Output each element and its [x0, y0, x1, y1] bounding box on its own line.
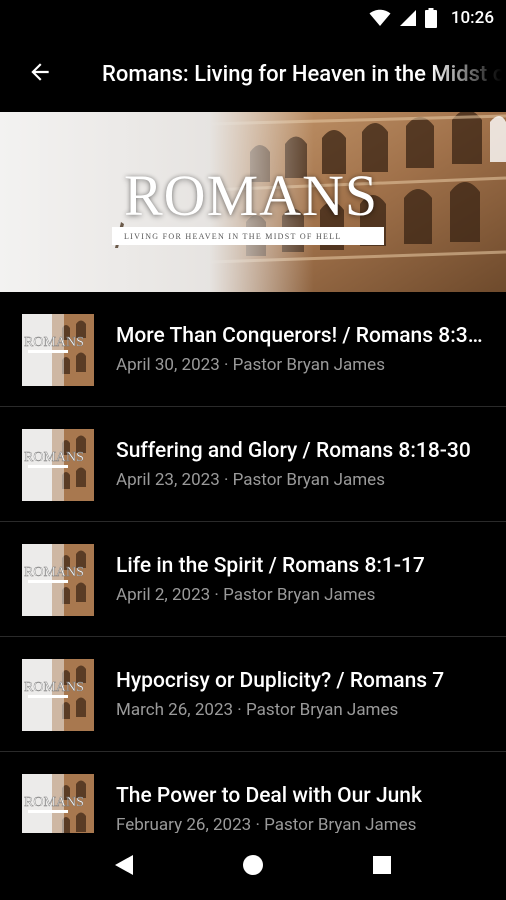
list-item[interactable]: ROMANS Life in the Spirit / Romans 8:1-1… — [0, 522, 506, 637]
meta-separator: · — [251, 815, 265, 833]
battery-icon — [424, 8, 437, 28]
thumbnail-title: ROMANS — [24, 795, 84, 810]
sermon-date: February 26, 2023 — [116, 815, 252, 833]
sermon-date: March 26, 2023 — [116, 700, 234, 720]
sermon-speaker: Pastor Bryan James — [245, 700, 399, 720]
back-button[interactable] — [0, 36, 80, 112]
sermon-speaker: Pastor Bryan James — [264, 815, 417, 833]
sermon-title: The Power to Deal with Our Junk — [116, 784, 422, 808]
sermon-date: April 30, 2023 — [116, 355, 220, 375]
thumbnail-title: ROMANS — [24, 565, 84, 580]
sermon-title: Life in the Spirit / Romans 8:1-17 — [116, 554, 425, 578]
arrow-left-icon — [27, 59, 53, 89]
banner-title: ROMANS — [124, 163, 379, 228]
thumbnail-title: ROMANS — [24, 450, 84, 465]
sermon-thumbnail: ROMANS — [22, 544, 94, 616]
sermon-title: Suffering and Glory / Romans 8:18-30 — [116, 439, 471, 463]
sermon-meta: April 2, 2023 · Pastor Bryan James — [116, 585, 375, 605]
sermon-date: April 23, 2023 — [116, 470, 220, 490]
thumbnail-title: ROMANS — [24, 335, 84, 350]
sermon-thumbnail: ROMANS — [22, 314, 94, 386]
status-bar: 10:26 — [0, 0, 506, 36]
wifi-icon — [369, 9, 391, 27]
meta-separator: · — [219, 355, 233, 375]
banner-subtitle: LIVING FOR HEAVEN IN THE MIDST OF HELL — [112, 227, 384, 245]
nav-home-button[interactable] — [223, 837, 283, 897]
system-nav-bar — [0, 833, 506, 900]
list-item[interactable]: ROMANS Hypocrisy or Duplicity? / Romans … — [0, 637, 506, 752]
sermon-speaker: Pastor Bryan James — [232, 470, 385, 490]
meta-separator: · — [233, 700, 246, 720]
sermon-date: April 2, 2023 — [116, 585, 211, 605]
sermon-meta: February 26, 2023 · Pastor Bryan James — [116, 815, 416, 833]
sermon-speaker: Pastor Bryan James — [232, 355, 385, 375]
sermon-meta: April 30, 2023 · Pastor Bryan James — [116, 355, 385, 375]
sermon-list: ROMANS More Than Conquerors! / Romans 8:… — [0, 292, 506, 833]
list-item[interactable]: ROMANS More Than Conquerors! / Romans 8:… — [0, 292, 506, 407]
nav-back-button[interactable] — [94, 837, 154, 897]
list-item[interactable]: ROMANS Suffering and Glory / Romans 8:18… — [0, 407, 506, 522]
app-bar: Romans: Living for Heaven in the Midst o… — [0, 36, 506, 112]
sermon-thumbnail: ROMANS — [22, 429, 94, 501]
sermon-thumbnail: ROMANS — [22, 774, 94, 833]
circle-home-icon — [242, 854, 264, 880]
sermon-meta: March 26, 2023 · Pastor Bryan James — [116, 700, 398, 720]
sermon-speaker: Pastor Bryan James — [223, 585, 376, 605]
nav-recents-button[interactable] — [352, 837, 412, 897]
square-recents-icon — [372, 855, 392, 879]
series-banner: ROMANS LIVING FOR HEAVEN IN THE MIDST OF… — [0, 112, 506, 292]
sermon-meta: April 23, 2023 · Pastor Bryan James — [116, 470, 385, 490]
sermon-title: Hypocrisy or Duplicity? / Romans 7 — [116, 669, 445, 693]
meta-separator: · — [219, 470, 233, 490]
signal-icon — [399, 9, 417, 27]
thumbnail-title: ROMANS — [24, 680, 84, 695]
sermon-title: More Than Conquerors! / Romans 8:31-39 — [116, 324, 488, 348]
sermon-thumbnail: ROMANS — [22, 659, 94, 731]
list-item[interactable]: ROMANS The Power to Deal with Our Junk F… — [0, 752, 506, 833]
meta-separator: · — [210, 585, 224, 605]
triangle-back-icon — [114, 854, 134, 880]
page-title: Romans: Living for Heaven in the Midst o… — [102, 61, 502, 87]
status-time: 10:26 — [450, 8, 494, 28]
